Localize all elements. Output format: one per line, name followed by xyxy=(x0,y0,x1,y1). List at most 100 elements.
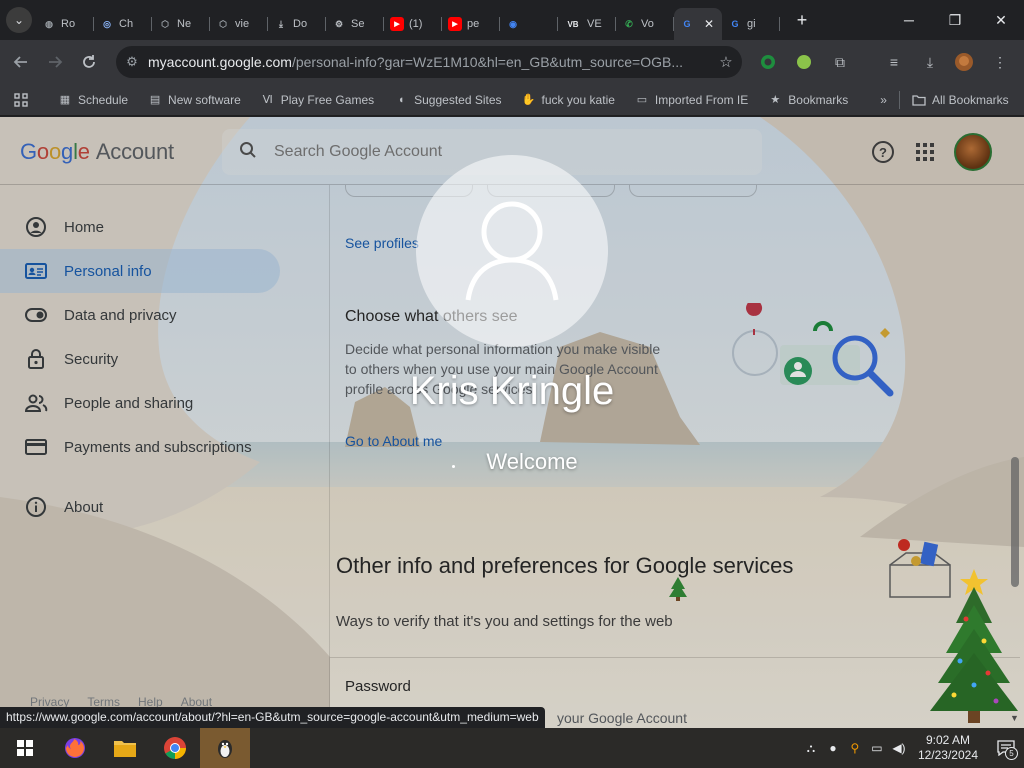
taskbar-file-explorer[interactable] xyxy=(100,728,150,768)
lockscreen-welcome-text: Welcome xyxy=(486,449,578,474)
chrome-icon xyxy=(164,737,186,759)
clock-time: 9:02 AM xyxy=(925,733,970,747)
browser-tab[interactable]: ⚙ Se xyxy=(326,8,384,40)
url-text[interactable]: myaccount.google.com/personal-info?gar=W… xyxy=(148,54,710,70)
taskbar-firefox[interactable] xyxy=(50,728,100,768)
forward-button[interactable] xyxy=(38,45,72,79)
tab-strip: ⌄ ◍ Ro ◎ Ch ⬡ Ne ⬡ vie ⤓ Do ⚙ Se ▶ (1) ▶ pe ◉ VB VE ✆ Vo G ✕ Gg… xyxy=(0,0,1024,40)
droplet-icon[interactable]: ● xyxy=(822,741,844,755)
browser-tab[interactable]: VB VE xyxy=(558,8,616,40)
chrome-icon: ◉ xyxy=(509,18,517,29)
profile-avatar[interactable] xyxy=(954,52,974,72)
bookmarks-divider xyxy=(898,90,900,109)
bookmark-item[interactable]: ◖ Suggested Sites xyxy=(386,93,509,107)
search-tray-icon[interactable]: ⚲ xyxy=(844,741,866,755)
apps-grid-icon[interactable] xyxy=(0,92,36,107)
all-bookmarks-button[interactable]: All Bookmarks xyxy=(904,93,1017,107)
bookmark-label: Play Free Games xyxy=(280,92,375,107)
notification-count-badge: 5 xyxy=(1005,747,1018,760)
browser-tab[interactable]: ◍ Ro xyxy=(36,8,94,40)
browser-tab[interactable]: ▶ pe xyxy=(442,8,500,40)
reload-icon xyxy=(83,55,95,68)
notification-center-button[interactable]: 5 xyxy=(988,728,1024,768)
browser-tab[interactable]: G ✕ xyxy=(674,8,722,40)
youtube-icon: ▶ xyxy=(448,17,462,31)
taskbar-chrome[interactable] xyxy=(150,728,200,768)
browser-tab-label: gi xyxy=(747,18,756,30)
extension-green-icon[interactable] xyxy=(758,52,778,72)
browser-tab[interactable]: ▶ (1) xyxy=(384,8,442,40)
tab-search-button[interactable]: ⌄ xyxy=(6,7,32,33)
browser-tab[interactable]: ◉ xyxy=(500,8,558,40)
bookmark-label: Suggested Sites xyxy=(414,92,502,107)
google-icon: G xyxy=(683,19,691,29)
restore-button[interactable]: ❐ xyxy=(932,0,978,40)
bookmark-label: Imported From IE xyxy=(654,92,749,107)
phone-icon: ✆ xyxy=(625,18,633,29)
browser-tab[interactable]: ⬡ Ne xyxy=(152,8,210,40)
browser-tab[interactable]: ◎ Ch xyxy=(94,8,152,40)
clock[interactable]: 9:02 AM 12/23/2024 xyxy=(910,733,988,763)
browser-tab-label: Ch xyxy=(119,18,134,30)
volume-icon[interactable]: ◀) xyxy=(888,741,910,755)
browser-tab-label: VE xyxy=(587,18,602,30)
taskbar-app-active[interactable] xyxy=(200,728,250,768)
media-control-icon[interactable]: ≡ xyxy=(884,52,904,72)
browser-toolbar: ⚙ myaccount.google.com/personal-info?gar… xyxy=(0,40,1024,84)
close-button[interactable]: ✕ xyxy=(978,0,1024,40)
download-icon[interactable]: ⤓ xyxy=(920,52,940,72)
puzzle-icon[interactable]: ⧉ xyxy=(830,52,850,72)
browser-tab-label: Se xyxy=(351,18,365,30)
close-tab-icon[interactable]: ✕ xyxy=(704,17,714,31)
back-button[interactable] xyxy=(4,45,38,79)
address-bar[interactable]: ⚙ myaccount.google.com/personal-info?gar… xyxy=(116,46,742,78)
bookmark-item[interactable]: ▭ Imported From IE xyxy=(627,93,756,107)
hand-icon: ✋ xyxy=(521,94,536,106)
bookmark-label: Bookmarks xyxy=(788,92,849,107)
bookmark-item[interactable]: Ⅵ Play Free Games xyxy=(253,93,382,107)
user-picture xyxy=(416,155,608,347)
system-tray: ⛬ ● ⚲ ▭ ◀) 9:02 AM 12/23/2024 5 xyxy=(800,728,1024,768)
suggested-icon: ◖ xyxy=(397,93,405,106)
tab-separator xyxy=(779,17,780,31)
google-icon: G xyxy=(731,19,739,29)
browser-tab[interactable]: ✆ Vo xyxy=(616,8,674,40)
youtube-icon: ▶ xyxy=(390,17,404,31)
arrow-left-icon xyxy=(13,56,27,68)
browser-tab[interactable]: ⬡ vie xyxy=(210,8,268,40)
shield-icon: ⬡ xyxy=(161,18,169,29)
lens-icon: ◎ xyxy=(103,18,111,29)
network-share-icon[interactable]: ⛬ xyxy=(800,741,822,756)
site-info-icon[interactable]: ⚙ xyxy=(116,54,148,70)
network-icon[interactable]: ▭ xyxy=(866,741,888,755)
minimize-button[interactable]: ─ xyxy=(886,0,932,40)
bookmark-star-icon[interactable]: ☆ xyxy=(710,53,742,71)
globe-icon: ◍ xyxy=(45,18,53,29)
star-icon: ★ xyxy=(770,94,781,106)
christmas-tree-decoration xyxy=(930,569,1018,723)
all-bookmarks-label: All Bookmarks xyxy=(931,92,1009,107)
bookmark-item[interactable]: ▤ New software xyxy=(140,93,249,107)
software-icon: ▤ xyxy=(149,94,161,106)
folder-icon xyxy=(912,93,926,107)
bookmark-item[interactable]: ✋ fuck you katie xyxy=(514,93,623,107)
bookmark-item[interactable]: ▦ Schedule xyxy=(50,93,136,107)
chevron-down-icon: ⌄ xyxy=(13,13,25,27)
windows-icon xyxy=(17,740,33,756)
browser-tab-label: Vo xyxy=(641,18,654,30)
games-icon: Ⅵ xyxy=(262,94,273,106)
tab-list: ◍ Ro ◎ Ch ⬡ Ne ⬡ vie ⤓ Do ⚙ Se ▶ (1) ▶ pe ◉ VB VE ✆ Vo G ✕ Ggi xyxy=(36,0,780,40)
bookmark-label: Schedule xyxy=(78,92,129,107)
window-controls: ─ ❐ ✕ xyxy=(886,0,1024,40)
browser-tab[interactable]: Ggi xyxy=(722,8,780,40)
bookmark-list: ▦ Schedule ▤ New software Ⅵ Play Free Games ◖ S… xyxy=(50,93,860,107)
new-tab-button[interactable]: + xyxy=(788,6,816,34)
start-button[interactable] xyxy=(0,728,50,768)
browser-tab[interactable]: ⤓ Do xyxy=(268,8,326,40)
bookmark-item[interactable]: ★ Bookmarks xyxy=(760,93,856,107)
more-bookmarks-button[interactable]: » xyxy=(872,93,895,107)
menu-kebab-icon[interactable]: ⋮ xyxy=(990,52,1010,72)
gear-icon: ⚙ xyxy=(334,18,344,29)
extension-lime-icon[interactable] xyxy=(794,52,814,72)
reload-button[interactable] xyxy=(72,45,106,79)
